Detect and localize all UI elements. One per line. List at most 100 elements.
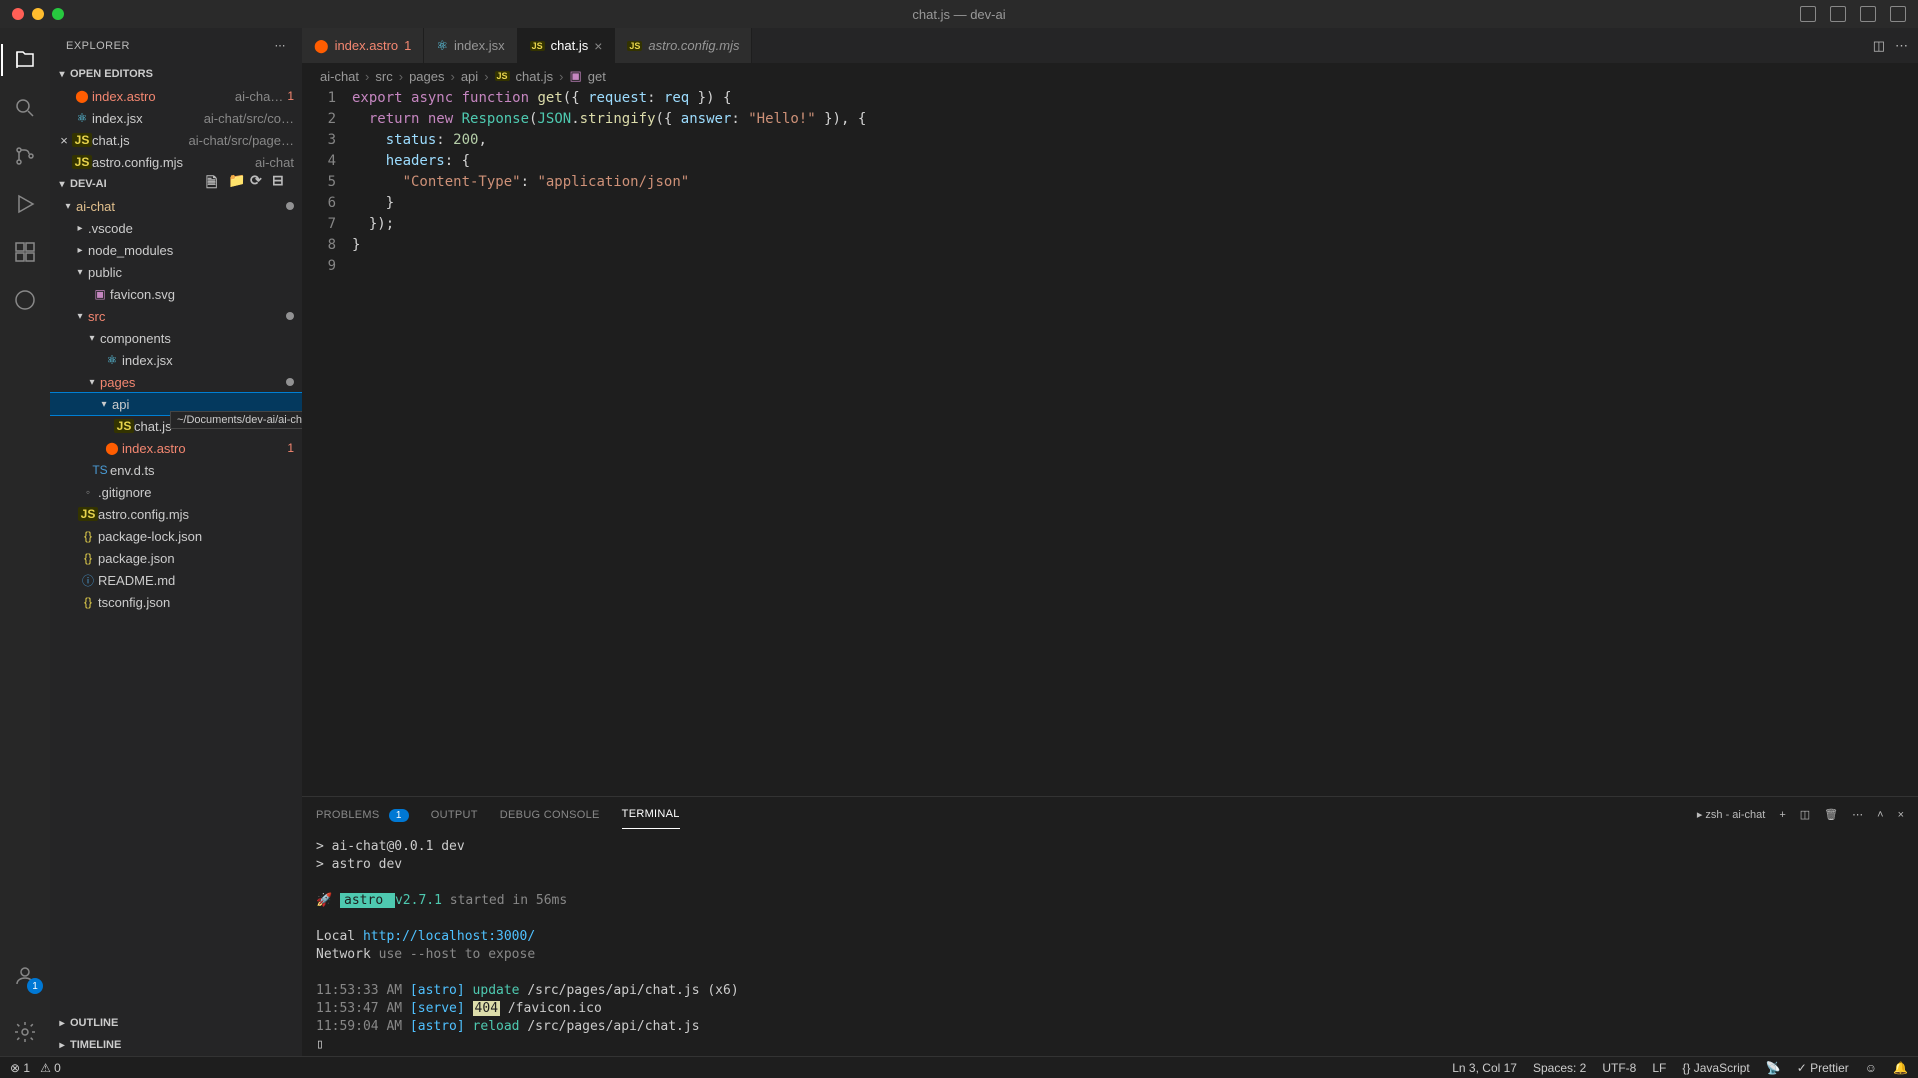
status-live-icon[interactable]: 📡	[1766, 1061, 1781, 1075]
outline-header[interactable]: ▸ OUTLINE	[50, 1012, 302, 1034]
explorer-icon[interactable]	[1, 36, 49, 84]
tree-file[interactable]: {} package.json	[50, 547, 302, 569]
tree-file[interactable]: {} package-lock.json	[50, 525, 302, 547]
code-content[interactable]: export async function get({ request: req…	[352, 88, 1918, 796]
tab-index-astro[interactable]: ⬤ index.astro 1	[302, 28, 424, 63]
js-file-icon: JS	[78, 507, 98, 521]
panel-tab-debug[interactable]: DEBUG CONSOLE	[500, 801, 600, 829]
tree-folder[interactable]: ▾ components	[50, 327, 302, 349]
modified-dot-icon	[286, 202, 294, 210]
editor-tabs: ⬤ index.astro 1 ⚛ index.jsx JS chat.js ×…	[302, 28, 1918, 64]
tab-chat-js[interactable]: JS chat.js ×	[518, 28, 616, 63]
window-minimize[interactable]	[32, 8, 44, 20]
bottom-panel: PROBLEMS 1 OUTPUT DEBUG CONSOLE TERMINAL…	[302, 796, 1918, 1056]
tree-file[interactable]: ⚛ index.jsx	[50, 349, 302, 371]
close-icon[interactable]: ×	[56, 133, 72, 148]
method-icon: ▣	[569, 68, 581, 84]
tree-folder[interactable]: ▾ src	[50, 305, 302, 327]
layout-icon-4[interactable]	[1890, 6, 1906, 22]
status-feedback-icon[interactable]: ☺	[1865, 1061, 1877, 1075]
chevron-down-icon: ▾	[72, 311, 88, 322]
tree-folder[interactable]: ▸ node_modules	[50, 239, 302, 261]
new-folder-icon[interactable]: 📁	[228, 172, 246, 196]
close-icon[interactable]: ×	[594, 38, 602, 54]
panel-tab-problems[interactable]: PROBLEMS 1	[316, 801, 409, 829]
status-errors[interactable]: ⊗ 1	[10, 1061, 30, 1075]
status-bell-icon[interactable]: 🔔	[1893, 1061, 1908, 1075]
source-control-icon[interactable]	[1, 132, 49, 180]
tree-file[interactable]: JS astro.config.mjs	[50, 503, 302, 525]
window-title: chat.js — dev-ai	[912, 7, 1005, 22]
refresh-icon[interactable]: ⟳	[250, 172, 268, 196]
layout-icon-3[interactable]	[1860, 6, 1876, 22]
tree-file[interactable]: TS env.d.ts	[50, 459, 302, 481]
code-editor[interactable]: 123 456 789 export async function get({ …	[302, 88, 1918, 796]
json-file-icon: {}	[78, 529, 98, 543]
chevron-down-icon: ▾	[54, 69, 70, 80]
layout-icon-1[interactable]	[1800, 6, 1816, 22]
collapse-icon[interactable]: ⊟	[272, 172, 290, 196]
breadcrumbs[interactable]: ai-chat› src› pages› api› JS chat.js› ▣ …	[302, 64, 1918, 88]
account-icon[interactable]: 1	[1, 952, 49, 1000]
tree-folder[interactable]: ▾ pages	[50, 371, 302, 393]
open-editor-item[interactable]: JS astro.config.mjs ai-chat	[50, 151, 302, 173]
window-maximize[interactable]	[52, 8, 64, 20]
run-debug-icon[interactable]	[1, 180, 49, 228]
status-warnings[interactable]: ⚠ 0	[40, 1061, 61, 1075]
search-icon[interactable]	[1, 84, 49, 132]
panel-tab-terminal[interactable]: TERMINAL	[622, 800, 680, 829]
tab-astro-config[interactable]: JS astro.config.mjs	[615, 28, 752, 63]
tree-folder[interactable]: ▾ ai-chat	[50, 195, 302, 217]
open-editors-header[interactable]: ▾ OPEN EDITORS	[50, 63, 302, 85]
more-icon[interactable]: ⋯	[1895, 38, 1908, 54]
tree-file[interactable]: {} tsconfig.json	[50, 591, 302, 613]
status-cursor[interactable]: Ln 3, Col 17	[1452, 1061, 1517, 1075]
panel-tab-output[interactable]: OUTPUT	[431, 801, 478, 829]
astro-file-icon: ⬤	[102, 441, 122, 455]
chevron-down-icon: ▾	[96, 399, 112, 410]
tree-file[interactable]: ▣ favicon.svg	[50, 283, 302, 305]
open-editor-item[interactable]: × JS chat.js ai-chat/src/page…	[50, 129, 302, 151]
status-lang[interactable]: {} JavaScript	[1682, 1061, 1749, 1075]
status-eol[interactable]: LF	[1652, 1061, 1666, 1075]
new-file-icon[interactable]: 🗎	[206, 172, 224, 196]
more-icon[interactable]: ⋯	[1852, 808, 1863, 821]
tree-folder[interactable]: ▸ .vscode	[50, 217, 302, 239]
chevron-up-icon[interactable]: ˄	[1877, 809, 1883, 821]
split-terminal-icon[interactable]: ◫	[1800, 808, 1810, 821]
shell-label[interactable]: ▸ zsh - ai-chat	[1697, 808, 1766, 821]
path-tooltip: ~/Documents/dev-ai/ai-chat/src/pages/api	[170, 411, 302, 429]
titlebar: chat.js — dev-ai	[0, 0, 1918, 28]
terminal-content[interactable]: > ai-chat@0.0.1 dev > astro dev 🚀 astro …	[302, 832, 1918, 1056]
status-prettier[interactable]: ✓ Prettier	[1797, 1061, 1849, 1075]
json-file-icon: {}	[78, 595, 98, 609]
edge-icon[interactable]	[1, 276, 49, 324]
chevron-right-icon: ▸	[72, 223, 88, 234]
status-encoding[interactable]: UTF-8	[1602, 1061, 1636, 1075]
trash-icon[interactable]: 🗑	[1824, 808, 1838, 821]
timeline-header[interactable]: ▸ TIMELINE	[50, 1034, 302, 1056]
tab-index-jsx[interactable]: ⚛ index.jsx	[424, 28, 517, 63]
tree-file[interactable]: ◦ .gitignore	[50, 481, 302, 503]
account-badge: 1	[27, 978, 43, 994]
extensions-icon[interactable]	[1, 228, 49, 276]
open-editor-item[interactable]: ⚛ index.jsx ai-chat/src/co…	[50, 107, 302, 129]
chevron-down-icon: ▾	[60, 201, 76, 212]
tree-file[interactable]: ⬤ index.astro 1	[50, 437, 302, 459]
tree-file[interactable]: ⓘ README.md	[50, 569, 302, 591]
js-file-icon: JS	[72, 155, 92, 169]
split-editor-icon[interactable]: ◫	[1873, 38, 1885, 54]
modified-dot-icon	[286, 312, 294, 320]
close-panel-icon[interactable]: ×	[1898, 809, 1904, 821]
status-spaces[interactable]: Spaces: 2	[1533, 1061, 1586, 1075]
activity-bar: 1	[0, 28, 50, 1056]
new-terminal-icon[interactable]: +	[1779, 809, 1785, 821]
explorer-title: EXPLORER	[66, 40, 130, 52]
tree-folder[interactable]: ▾ public	[50, 261, 302, 283]
project-header[interactable]: ▾ DEV-AI 🗎 📁 ⟳ ⊟	[50, 173, 302, 195]
open-editor-item[interactable]: ⬤ index.astro ai-cha… 1	[50, 85, 302, 107]
layout-icon-2[interactable]	[1830, 6, 1846, 22]
settings-gear-icon[interactable]	[1, 1008, 49, 1056]
explorer-more-icon[interactable]: ⋯	[275, 39, 287, 52]
window-close[interactable]	[12, 8, 24, 20]
